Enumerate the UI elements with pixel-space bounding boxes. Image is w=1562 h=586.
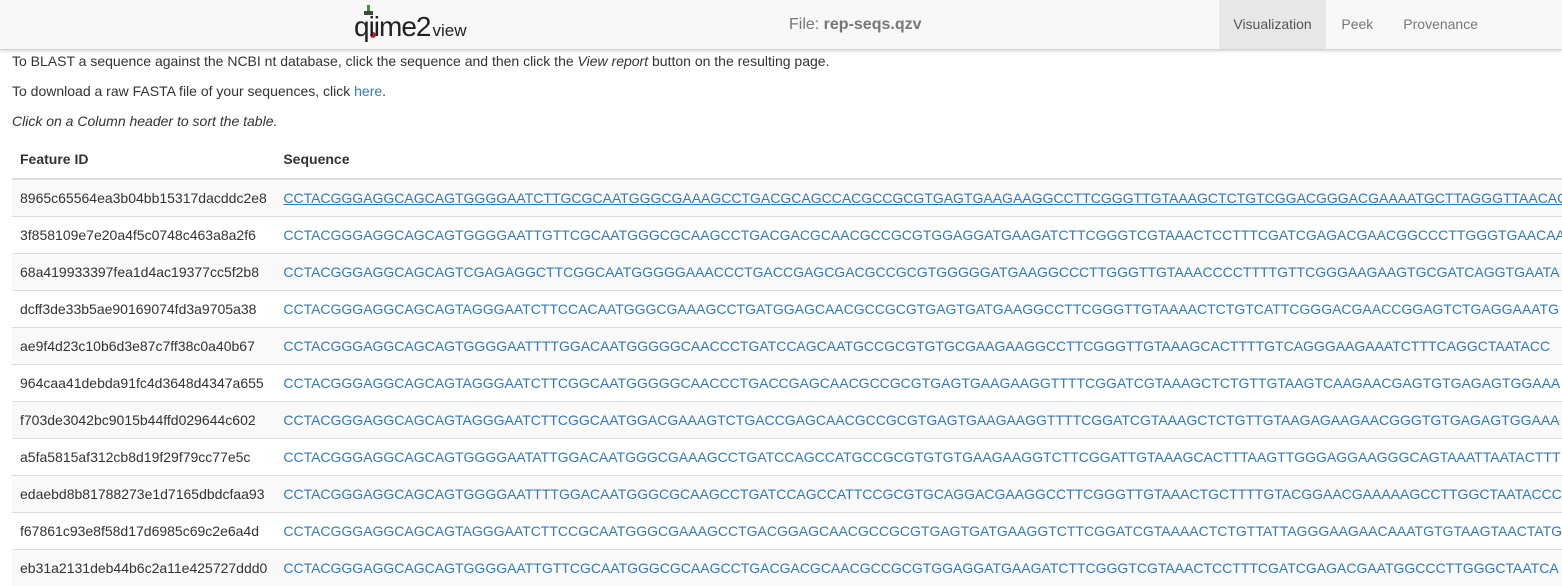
tab-peek[interactable]: Peek [1326,0,1388,49]
feature-id-cell: f703de3042bc9015b44ffd029644c602 [12,402,275,439]
blast-text-end: button on the resulting page. [648,53,829,69]
sequence-cell: CCTACGGGAGGCAGCAGTGGGGAATCTTGCGCAATGGGCG… [275,179,1562,217]
logo-main-text: qiime2 [354,11,430,42]
sequence-table: Feature ID Sequence 8965c65564ea3b04bb15… [12,140,1562,586]
logo-text: qiime2view [354,11,467,43]
logo-sub-text: view [432,21,466,40]
view-tabs: Visualization Peek Provenance [1219,0,1562,49]
table-row: 68a419933397fea1d4ac19377cc5f2b8 CCTACGGG… [12,254,1562,291]
table-row: 3f858109e7e20a4f5c0748c463a8a2f6 CCTACGGG… [12,217,1562,254]
blast-instructions: To BLAST a sequence against the NCBI nt … [12,52,829,70]
feature-id-cell: 964caa41debda91fc4d3648d4347a655 [12,365,275,402]
sequence-blast-link[interactable]: CCTACGGGAGGCAGCAGTGGGGAATCTTGCGCAATGGGCG… [283,190,1562,206]
table-row: 8965c65564ea3b04bb15317dacddc2e8 CCTACGGG… [12,179,1562,217]
column-header-sequence[interactable]: Sequence [275,140,1562,179]
sequence-blast-link[interactable]: CCTACGGGAGGCAGCAGTGGGGAATTGTTCGCAATGGGCG… [283,560,1558,576]
sequence-blast-link[interactable]: CCTACGGGAGGCAGCAGTGGGGAATTGTTCGCAATGGGCG… [283,227,1562,243]
sequence-cell: CCTACGGGAGGCAGCAGTAGGGAATCTTCCACAATGGGCG… [275,291,1562,328]
sequence-cell: CCTACGGGAGGCAGCAGTGGGGAATTTTGGACAATGGGGG… [275,328,1562,365]
qiime2-view-logo[interactable]: qiime2view [354,5,484,43]
sequence-cell: CCTACGGGAGGCAGCAGTAGGGAATCTTCGGCAATGGACG… [275,402,1562,439]
feature-id-cell: ae9f4d23c10b6d3e87c7ff38c0a40b67 [12,328,275,365]
view-report-emphasis: View report [578,53,649,69]
sequence-cell: CCTACGGGAGGCAGCAGTGGGGAATTGTTCGCAATGGGCG… [275,217,1562,254]
table-row: edaebd8b81788273e1d7165dbdcfaa93 CCTACGGG… [12,476,1562,513]
download-fasta-link[interactable]: here [354,83,382,99]
sort-hint: Click on a Column header to sort the tab… [12,112,277,130]
sequence-blast-link[interactable]: CCTACGGGAGGCAGCAGTGGGGAATTTTGGACAATGGGCG… [283,486,1561,502]
sequence-blast-link[interactable]: CCTACGGGAGGCAGCAGTCGAGAGGCTTCGGCAATGGGGG… [283,264,1559,280]
download-instructions: To download a raw FASTA file of your seq… [12,82,386,100]
sequence-cell: CCTACGGGAGGCAGCAGTAGGGAATCTTCGGCAATGGGGG… [275,365,1562,402]
table-row: f703de3042bc9015b44ffd029644c602 CCTACGGG… [12,402,1562,439]
file-name-label: File: rep-seqs.qzv [789,16,921,34]
table-row: ae9f4d23c10b6d3e87c7ff38c0a40b67 CCTACGGG… [12,328,1562,365]
sequence-cell: CCTACGGGAGGCAGCAGTGGGGAATATTGGACAATGGGCG… [275,439,1562,476]
feature-id-cell: 68a419933397fea1d4ac19377cc5f2b8 [12,254,275,291]
download-text: To download a raw FASTA file of your seq… [12,83,354,99]
tab-provenance[interactable]: Provenance [1388,0,1562,49]
sequence-cell: CCTACGGGAGGCAGCAGTCGAGAGGCTTCGGCAATGGGGG… [275,254,1562,291]
feature-id-cell: a5fa5815af312cb8d19f29f79cc77e5c [12,439,275,476]
table-row: dcff3de33b5ae90169074fd3a9705a38 CCTACGGG… [12,291,1562,328]
download-text-end: . [382,83,386,99]
top-navbar: qiime2view File: rep-seqs.qzv Visualizat… [0,0,1562,50]
sequence-blast-link[interactable]: CCTACGGGAGGCAGCAGTAGGGAATCTTCGGCAATGGACG… [283,412,1559,428]
feature-id-cell: 8965c65564ea3b04bb15317dacddc2e8 [12,179,275,217]
sequence-blast-link[interactable]: CCTACGGGAGGCAGCAGTAGGGAATCTTCGGCAATGGGGG… [283,375,1560,391]
column-header-feature-id[interactable]: Feature ID [12,140,275,179]
feature-id-cell: f67861c93e8f58d17d6985c69c2e6a4d [12,513,275,550]
blast-text: To BLAST a sequence against the NCBI nt … [12,53,578,69]
sequence-blast-link[interactable]: CCTACGGGAGGCAGCAGTAGGGAATCTTCCGCAATGGGCG… [283,523,1562,539]
feature-id-cell: eb31a2131deb44b6c2a11e425727ddd0 [12,550,275,586]
feature-id-cell: 3f858109e7e20a4f5c0748c463a8a2f6 [12,217,275,254]
sequence-cell: CCTACGGGAGGCAGCAGTGGGGAATTTTGGACAATGGGCG… [275,476,1562,513]
sequence-blast-link[interactable]: CCTACGGGAGGCAGCAGTGGGGAATATTGGACAATGGGCG… [283,449,1560,465]
table-row: a5fa5815af312cb8d19f29f79cc77e5c CCTACGGG… [12,439,1562,476]
tab-visualization[interactable]: Visualization [1219,0,1326,49]
file-name: rep-seqs.qzv [824,16,922,33]
feature-id-cell: edaebd8b81788273e1d7165dbdcfaa93 [12,476,275,513]
file-prefix: File: [789,16,824,33]
sequence-table-body: 8965c65564ea3b04bb15317dacddc2e8 CCTACGGG… [12,179,1562,586]
feature-id-cell: dcff3de33b5ae90169074fd3a9705a38 [12,291,275,328]
sequence-blast-link[interactable]: CCTACGGGAGGCAGCAGTAGGGAATCTTCCACAATGGGCG… [283,301,1559,317]
table-row: eb31a2131deb44b6c2a11e425727ddd0 CCTACGGG… [12,550,1562,586]
table-row: f67861c93e8f58d17d6985c69c2e6a4d CCTACGGG… [12,513,1562,550]
sequence-cell: CCTACGGGAGGCAGCAGTAGGGAATCTTCCGCAATGGGCG… [275,513,1562,550]
table-row: 964caa41debda91fc4d3648d4347a655 CCTACGGG… [12,365,1562,402]
sequence-cell: CCTACGGGAGGCAGCAGTGGGGAATTGTTCGCAATGGGCG… [275,550,1562,586]
sequence-blast-link[interactable]: CCTACGGGAGGCAGCAGTGGGGAATTTTGGACAATGGGGG… [283,338,1550,354]
